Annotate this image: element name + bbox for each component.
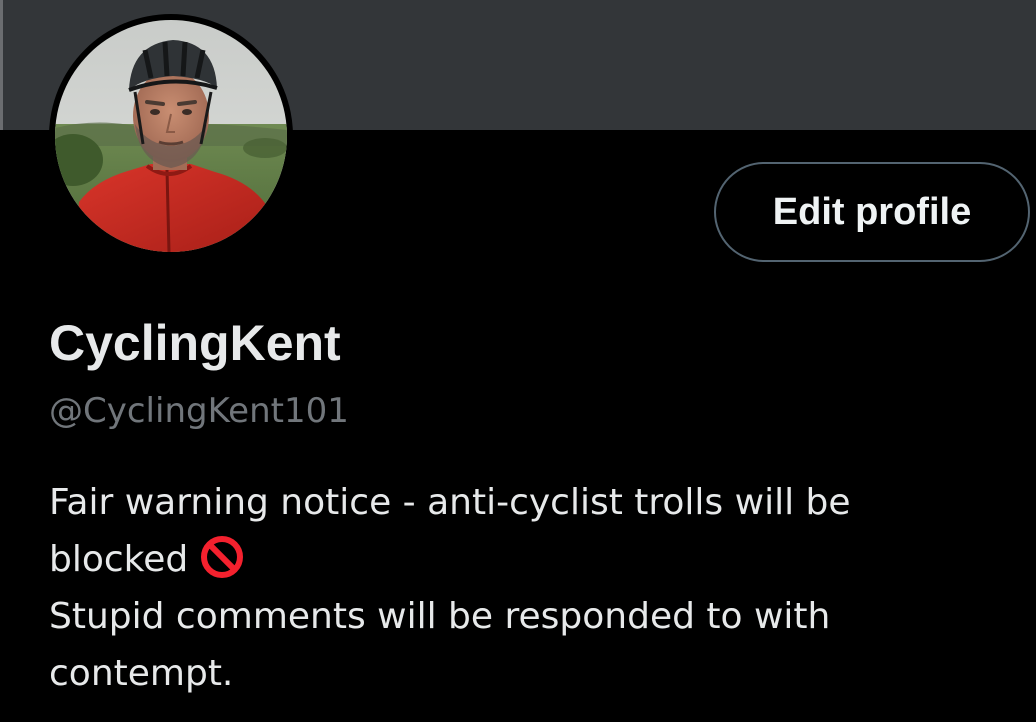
bio-line: contempt. bbox=[49, 653, 234, 694]
display-name: CyclingKent bbox=[49, 315, 341, 371]
profile-bio: Fair warning notice - anti-cyclist troll… bbox=[49, 474, 1009, 702]
prohibited-icon bbox=[201, 536, 244, 578]
avatar[interactable] bbox=[49, 14, 293, 258]
avatar-photo bbox=[55, 20, 287, 252]
bio-line-text: blocked bbox=[49, 539, 189, 580]
bio-line: Stupid comments will be responded to wit… bbox=[49, 596, 831, 637]
user-handle: @CyclingKent101 bbox=[49, 391, 349, 431]
edit-profile-button[interactable]: Edit profile bbox=[714, 162, 1030, 262]
bio-line: Fair warning notice - anti-cyclist troll… bbox=[49, 482, 851, 523]
bio-line: blocked bbox=[49, 531, 1009, 588]
